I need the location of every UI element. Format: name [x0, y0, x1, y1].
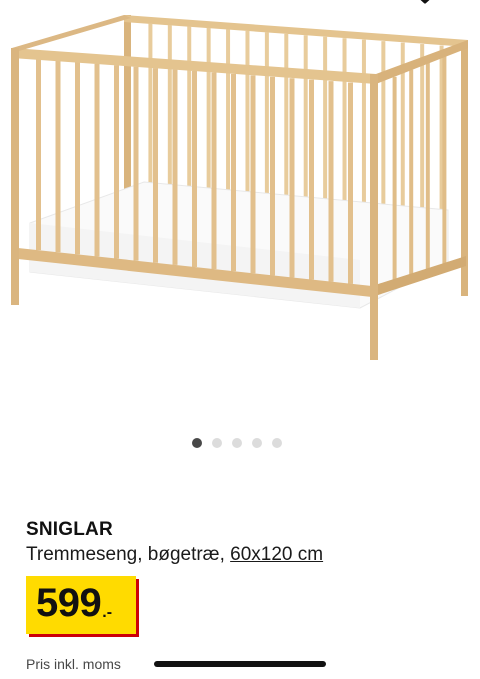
crib-slat	[153, 68, 158, 263]
size-link[interactable]: 60x120 cm	[230, 544, 323, 565]
crib-slat	[289, 78, 295, 278]
crib-slat	[270, 76, 275, 276]
price-tag: 599 .-	[26, 576, 136, 634]
price-suffix: .-	[102, 604, 113, 621]
product-description: Tremmeseng, bøgetræ, 60x120 cm	[26, 544, 323, 566]
crib-slat	[309, 79, 314, 280]
carousel-dot[interactable]	[192, 438, 202, 448]
carousel-dot[interactable]	[272, 438, 282, 448]
crib-slat	[133, 66, 139, 261]
crib-slat	[55, 60, 61, 253]
price-amount: 599	[36, 581, 102, 625]
crib-slat	[75, 62, 80, 255]
crib-slat	[392, 76, 397, 281]
crib-slat	[409, 69, 414, 275]
crib-slat	[231, 73, 236, 272]
crib-slat	[211, 72, 217, 270]
crib-slat	[250, 75, 256, 274]
carousel-dot[interactable]	[252, 438, 262, 448]
product-description-text: Tremmeseng, bøgetræ,	[26, 544, 231, 565]
crib-slat	[36, 59, 41, 251]
crib-slat	[114, 65, 119, 259]
carousel-dot[interactable]	[212, 438, 222, 448]
crib-slat	[328, 81, 334, 282]
crib-image	[11, 15, 468, 360]
crib-slat	[172, 69, 178, 265]
crib-slat	[192, 71, 197, 267]
chevron-down-icon[interactable]	[412, 0, 438, 6]
price-note: Pris inkl. moms	[26, 656, 121, 672]
crib-slat	[442, 55, 447, 264]
carousel-dot[interactable]	[232, 438, 242, 448]
crib-slat	[94, 63, 100, 257]
product-name: SNIGLAR	[26, 519, 113, 540]
crib-slat	[425, 62, 430, 270]
carousel-dots[interactable]	[192, 438, 282, 448]
crib-slat	[348, 82, 353, 284]
home-indicator[interactable]	[154, 661, 326, 667]
